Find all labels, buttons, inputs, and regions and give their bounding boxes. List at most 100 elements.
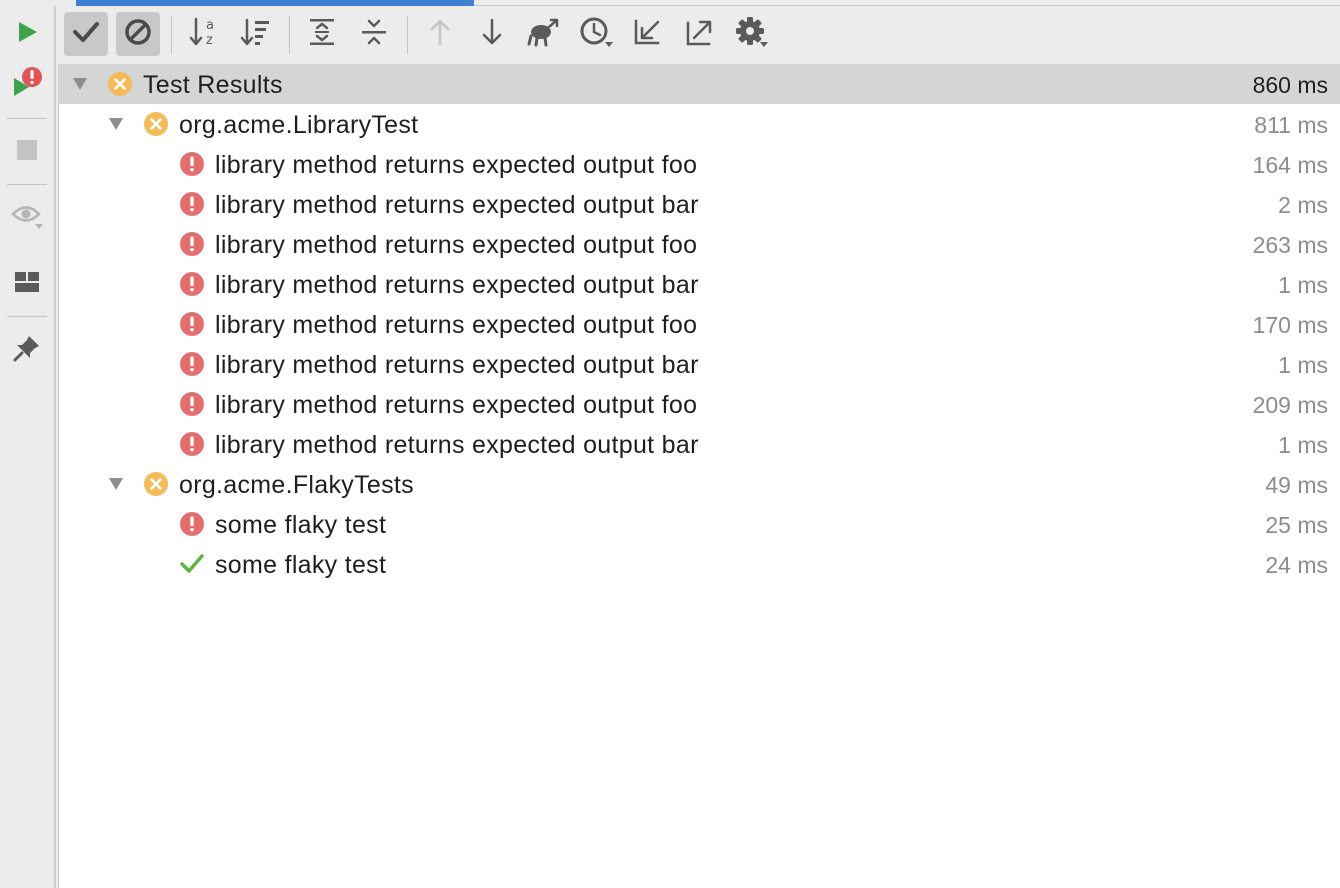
tree-row-label: library method returns expected output f… (215, 151, 698, 179)
side-separator (7, 118, 47, 119)
svg-text:a: a (206, 18, 214, 33)
toolbar-separator (171, 16, 172, 54)
failed-suite-icon (143, 471, 169, 497)
tree-row-test[interactable]: library method returns expected output f… (59, 384, 1340, 424)
tree-row-test[interactable]: library method returns expected output b… (59, 264, 1340, 304)
test-error-icon (179, 431, 205, 457)
test-error-icon (179, 271, 205, 297)
tree-row-duration: 2 ms (1278, 192, 1328, 218)
test-error-icon (179, 231, 205, 257)
toolbar-separator (407, 16, 408, 54)
tree-row-test[interactable]: some flaky test 25 ms (59, 504, 1340, 544)
next-failed-button[interactable] (470, 12, 514, 56)
play-error-icon (10, 65, 44, 104)
tree-row-duration: 1 ms (1278, 352, 1328, 378)
show-passed-toggle[interactable] (64, 12, 108, 56)
arrow-up-icon (428, 17, 452, 52)
tree-row-test[interactable]: some flaky test 24 ms (59, 544, 1340, 584)
ignore-icon (123, 17, 153, 52)
failed-suite-icon (107, 71, 133, 97)
show-ignored-toggle[interactable] (116, 12, 160, 56)
view-options-button[interactable] (7, 198, 47, 238)
expand-all-button[interactable] (300, 12, 344, 56)
sort-by-duration-button[interactable] (234, 12, 278, 56)
collapse-all-button[interactable] (352, 12, 396, 56)
test-error-icon (179, 511, 205, 537)
tree-row-test[interactable]: library method returns expected output b… (59, 424, 1340, 464)
tree-row-label: org.acme.LibraryTest (179, 111, 419, 139)
tree-row-suite[interactable]: org.acme.FlakyTests 49 ms (59, 464, 1340, 504)
previous-failed-button[interactable] (418, 12, 462, 56)
side-toolbar (0, 6, 54, 888)
expand-arrow-icon[interactable] (71, 75, 89, 93)
test-error-icon (179, 391, 205, 417)
arrow-down-icon (480, 17, 504, 52)
gear-icon (735, 16, 769, 53)
tree-row-duration: 263 ms (1252, 232, 1328, 258)
toolbar-separator (289, 16, 290, 54)
test-history-button[interactable] (574, 12, 618, 56)
tree-row-suite[interactable]: org.acme.LibraryTest 811 ms (59, 104, 1340, 144)
tree-row-label: library method returns expected output f… (215, 391, 698, 419)
expand-all-icon (308, 17, 336, 52)
tree-row-label: library method returns expected output b… (215, 271, 699, 299)
tree-row-duration: 1 ms (1278, 432, 1328, 458)
expand-arrow-icon[interactable] (107, 475, 125, 493)
rerun-button[interactable] (7, 14, 47, 54)
export-button[interactable] (678, 12, 722, 56)
import-icon (527, 17, 561, 52)
rerun-failed-button[interactable] (7, 64, 47, 104)
import-tests-button[interactable] (522, 12, 566, 56)
import-arrow-icon (633, 17, 663, 52)
sort-alphabetically-button[interactable]: a z (182, 12, 226, 56)
side-separator (7, 316, 47, 317)
tree-row-label: library method returns expected output b… (215, 431, 699, 459)
test-passed-icon (179, 551, 205, 577)
layout-button[interactable] (7, 264, 47, 304)
tree-row-duration: 49 ms (1265, 472, 1328, 498)
test-error-icon (179, 351, 205, 377)
tree-row-duration: 860 ms (1252, 72, 1328, 98)
tree-row-label: some flaky test (215, 551, 387, 579)
stop-button[interactable] (7, 132, 47, 172)
tree-row-duration: 24 ms (1265, 552, 1328, 578)
pin-icon (12, 333, 42, 368)
tree-row-label: some flaky test (215, 511, 387, 539)
tree-row-duration: 25 ms (1265, 512, 1328, 538)
svg-text:z: z (206, 33, 213, 48)
layout-icon (14, 271, 40, 298)
tree-row-duration: 1 ms (1278, 272, 1328, 298)
play-icon (14, 19, 40, 50)
export-icon (685, 17, 715, 52)
stop-icon (15, 138, 39, 167)
test-error-icon (179, 191, 205, 217)
test-runner-toolbar: a z (56, 6, 1340, 64)
tree-row-label: library method returns expected output f… (215, 231, 698, 259)
tree-row-label: library method returns expected output b… (215, 351, 699, 379)
settings-button[interactable] (730, 12, 774, 56)
tree-row-test[interactable]: library method returns expected output b… (59, 184, 1340, 224)
tree-row-label: org.acme.FlakyTests (179, 471, 414, 499)
test-results-tree: Test Results 860 ms org.acme.LibraryTest… (58, 64, 1340, 888)
sort-az-icon: a z (189, 16, 219, 53)
tree-row-duration: 811 ms (1254, 112, 1328, 138)
tree-row-root[interactable]: Test Results 860 ms (59, 64, 1340, 104)
sort-duration-icon (240, 17, 272, 52)
tree-row-duration: 164 ms (1252, 152, 1328, 178)
history-icon (579, 16, 613, 53)
check-icon (72, 20, 100, 49)
collapse-all-icon (360, 17, 388, 52)
tree-row-duration: 170 ms (1252, 312, 1328, 338)
tree-row-duration: 209 ms (1252, 392, 1328, 418)
tree-row-label: library method returns expected output b… (215, 191, 699, 219)
tree-row-test[interactable]: library method returns expected output f… (59, 304, 1340, 344)
failed-suite-icon (143, 111, 169, 137)
pin-button[interactable] (7, 330, 47, 370)
tree-row-label: library method returns expected output f… (215, 311, 698, 339)
tree-row-test[interactable]: library method returns expected output f… (59, 144, 1340, 184)
tree-row-test[interactable]: library method returns expected output b… (59, 344, 1340, 384)
import-from-file-button[interactable] (626, 12, 670, 56)
tree-row-test[interactable]: library method returns expected output f… (59, 224, 1340, 264)
expand-arrow-icon[interactable] (107, 115, 125, 133)
eye-icon (11, 202, 43, 235)
